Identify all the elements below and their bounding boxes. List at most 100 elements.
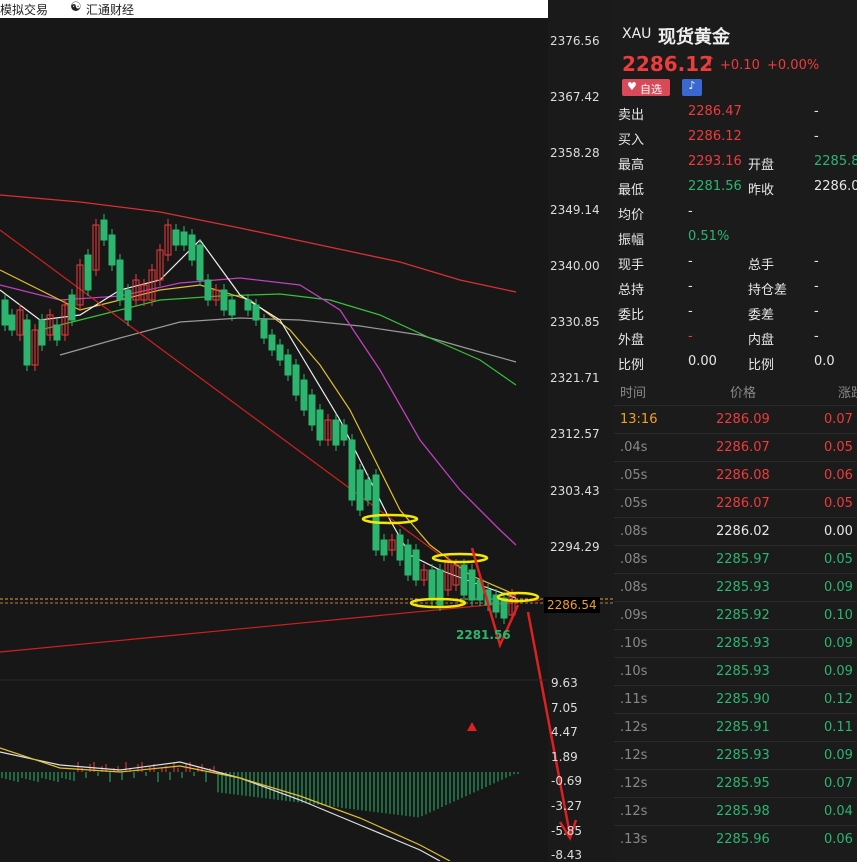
col-header-change: 涨跌: [838, 386, 857, 401]
tick-change: 0.07: [824, 412, 853, 427]
quote-value: -: [814, 104, 819, 119]
macd-axis-label: 4.47: [551, 725, 578, 740]
up-arrow-icon: ↑: [704, 54, 716, 70]
macd-axis-label: 9.63: [551, 676, 578, 690]
tick-price: 2285.91: [716, 720, 770, 735]
tick-row: .12s 2285.95 0.07: [614, 769, 857, 798]
tick-price: 2286.07: [716, 496, 770, 511]
tick-time: .12s: [620, 720, 648, 735]
quote-value: -: [814, 304, 819, 319]
tick-time: .08s: [620, 580, 648, 595]
macd-axis-label: -8.43: [551, 848, 583, 862]
tick-change: 0.09: [824, 664, 853, 679]
quote-label: 比例: [618, 358, 645, 373]
quote-label: 均价: [618, 208, 645, 223]
tick-row: .12s 2285.98 0.04: [614, 797, 857, 826]
tick-row: .10s 2285.93 0.09: [614, 629, 857, 658]
tick-row: .12s 2285.93 0.09: [614, 741, 857, 770]
tick-change: 0.11: [824, 720, 853, 735]
heart-icon: ♥: [627, 80, 637, 93]
quote-value: -: [814, 129, 819, 144]
tick-time: .11s: [620, 692, 648, 707]
tick-price: 2285.93: [716, 664, 770, 679]
tick-price: 2285.97: [716, 552, 770, 567]
tick-change: 0.05: [824, 440, 853, 455]
quote-value: 2286.0: [814, 179, 857, 194]
tick-time: .08s: [620, 524, 648, 539]
tick-time: .12s: [620, 804, 648, 819]
col-header-time: 时间: [620, 386, 647, 401]
tick-time: .10s: [620, 636, 648, 651]
tick-row: .12s 2285.91 0.11: [614, 713, 857, 742]
price-axis-label: 2358.28: [550, 146, 600, 161]
tick-row: .08s 2286.02 0.00: [614, 517, 857, 546]
tick-row: .11s 2285.90 0.12: [614, 685, 857, 714]
price-change: +0.10: [720, 58, 760, 73]
quote-value: -: [814, 329, 819, 344]
price-axis-label: 2376.56: [550, 34, 600, 48]
quote-value: -: [814, 254, 819, 269]
macd-axis-label: 1.89: [551, 749, 578, 764]
tick-row: .08s 2285.93 0.09: [614, 573, 857, 602]
last-price: 2286.12: [622, 52, 714, 76]
tick-price: 2285.95: [716, 776, 770, 791]
quote-label: 开盘: [748, 158, 775, 173]
quote-value: -: [814, 279, 819, 294]
tick-time: .10s: [620, 664, 648, 679]
candlesticks: [1, 214, 516, 624]
tick-change: 0.05: [824, 552, 853, 567]
tick-change: 0.04: [824, 804, 853, 819]
quote-value: -: [688, 304, 693, 319]
quote-label: 最低: [618, 183, 645, 198]
col-header-price: 价格: [730, 386, 757, 401]
tick-time: .13s: [620, 832, 648, 847]
price-axis-label: 2330.85: [550, 315, 600, 329]
symbol-name: 现货黄金: [658, 27, 730, 48]
tick-time: .04s: [620, 440, 648, 455]
tick-time: 13:16: [620, 412, 658, 427]
tick-row: .09s 2285.92 0.10: [614, 601, 857, 630]
tick-price: 2286.02: [716, 524, 770, 539]
tick-change: 0.09: [824, 748, 853, 763]
tick-change: 0.12: [824, 692, 853, 707]
quote-value: 0.51%: [688, 229, 730, 244]
tick-row: 13:16 2286.09 0.07: [614, 405, 857, 434]
quote-value: 2285.8: [814, 154, 857, 169]
tick-price: 2285.92: [716, 608, 770, 623]
tick-change: 0.06: [824, 832, 853, 847]
price-axis-label: 2349.14: [550, 202, 600, 217]
red-triangle-icon: [467, 722, 477, 731]
price-axis-label: 2294.29: [550, 539, 600, 554]
macd-histogram: [1, 762, 519, 818]
quote-value: 0.0: [814, 354, 835, 369]
symbol-code: XAU: [622, 26, 652, 42]
quote-label: 持仓差: [748, 283, 788, 298]
tick-price: 2285.93: [716, 748, 770, 763]
alert-bell-button[interactable]: ♪: [682, 79, 702, 96]
quote-label: 比例: [748, 358, 775, 373]
quote-value: -: [688, 204, 693, 219]
quote-label: 最高: [618, 158, 645, 173]
ma-green-line: [39, 293, 517, 386]
quote-label: 委差: [748, 308, 775, 323]
quote-label: 内盘: [748, 333, 775, 348]
tick-row: .13s 2285.96 0.06: [614, 825, 857, 854]
macd-axis-label: -0.69: [551, 774, 583, 789]
low-price-label: 2281.56: [456, 628, 511, 642]
trendline-up: [0, 599, 541, 653]
quote-value: 0.00: [688, 354, 717, 369]
quote-value: 2293.16: [688, 154, 742, 169]
tick-price: 2285.93: [716, 580, 770, 595]
price-axis-label: 2303.43: [550, 483, 600, 498]
tick-time: .08s: [620, 552, 648, 567]
quote-label: 买入: [618, 133, 645, 148]
quote-label: 总持: [618, 283, 645, 298]
tick-change: 0.05: [824, 496, 853, 511]
tick-row: .10s 2285.93 0.09: [614, 657, 857, 686]
price-axis-label: 2321.71: [550, 371, 600, 386]
tick-price: 2286.09: [716, 412, 770, 427]
tick-time: .12s: [620, 776, 648, 791]
price-axis-label: 2367.42: [550, 90, 600, 105]
quote-value: 2281.56: [688, 179, 742, 194]
watch-button[interactable]: ♥ 自选: [622, 79, 670, 96]
